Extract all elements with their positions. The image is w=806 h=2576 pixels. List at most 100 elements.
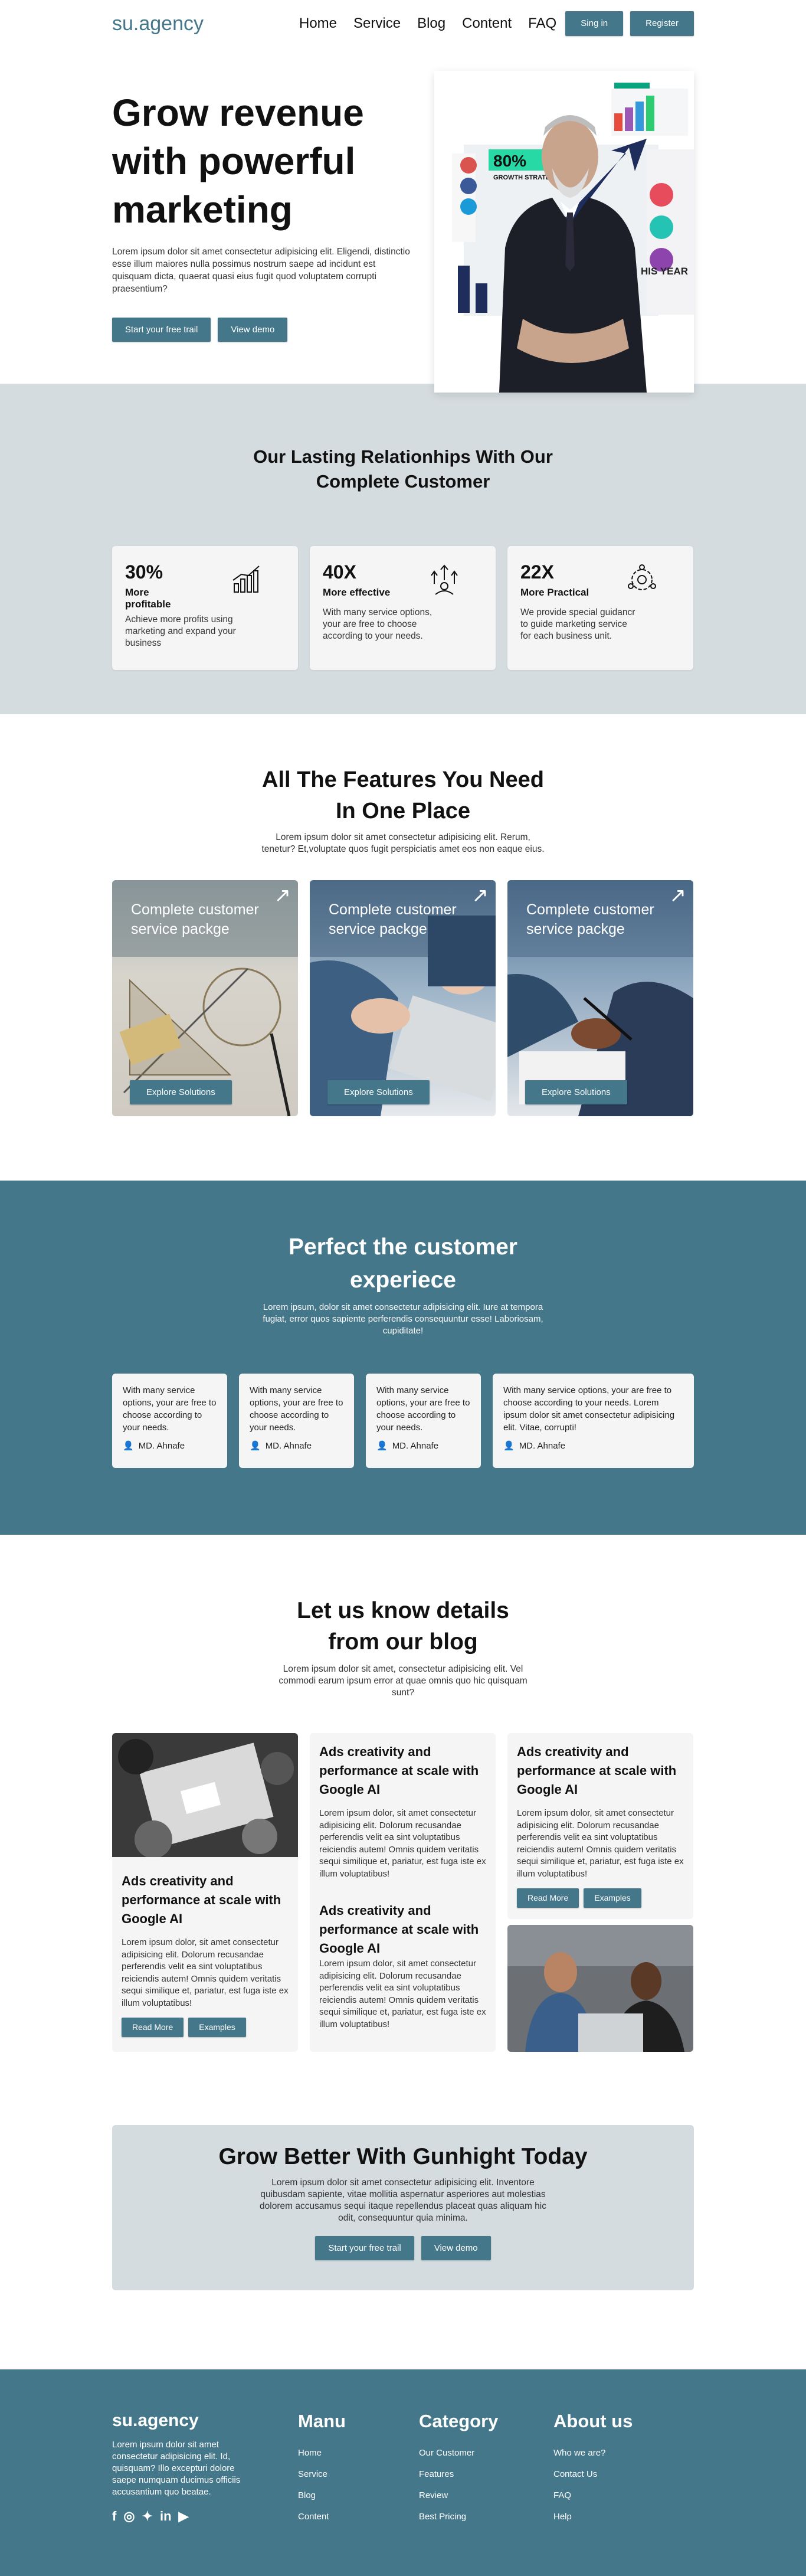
blog-image-card (507, 1925, 693, 2052)
logo[interactable]: su.agency (112, 12, 204, 35)
stat-text: With many service options, your are free… (323, 607, 433, 641)
testimonial-text: With many service options, your are free… (376, 1385, 470, 1433)
relationships-section: Our Lasting Relationhips With Our Comple… (0, 384, 806, 714)
footer-link[interactable]: Features (419, 2464, 553, 2485)
nav-service[interactable]: Service (353, 15, 401, 32)
blog-card: Ads creativity and performance at scale … (310, 1733, 496, 2052)
blog-subtitle: Lorem ipsum dolor sit amet, consectetur … (279, 1664, 527, 1698)
footer-link[interactable]: Service (298, 2464, 419, 2485)
feature-card[interactable]: ↗ Complete customer service packge Explo… (112, 880, 298, 1116)
blog-post-title[interactable]: Ads creativity and performance at scale … (319, 1901, 486, 1958)
stat-text: Achieve more profits using marketing and… (125, 614, 236, 648)
start-trial-button[interactable]: Start your free trail (315, 2236, 414, 2260)
nav-content[interactable]: Content (462, 15, 512, 32)
blog-column: Ads creativity and performance at scale … (507, 1733, 693, 2052)
features-title-line1: All The Features You Need (262, 767, 544, 792)
footer-about-title: About us (553, 2411, 633, 2431)
feature-card[interactable]: ↗ Complete customer service packge Explo… (507, 880, 693, 1116)
blog-card: Ads creativity and performance at scale … (112, 1733, 298, 2052)
footer-link[interactable]: Home (298, 2443, 419, 2464)
youtube-icon[interactable]: ▶ (179, 2509, 189, 2524)
features-title-line2: In One Place (335, 799, 471, 823)
gears-icon (628, 564, 656, 590)
features-subtitle: Lorem ipsum dolor sit amet consectetur a… (261, 832, 545, 854)
experience-title-line1: Perfect the customer (289, 1234, 517, 1260)
footer-link[interactable]: Best Pricing (419, 2506, 553, 2528)
examples-button[interactable]: Examples (188, 2018, 246, 2037)
footer-link[interactable]: Our Customer (419, 2443, 553, 2464)
footer-link[interactable]: FAQ (553, 2485, 694, 2506)
blog-section: Let us know details from our blog Lorem … (112, 1535, 694, 2125)
stat-card: 30% More profitable Achieve more profits… (112, 546, 298, 670)
stat-label: More profitable (125, 587, 171, 610)
footer-link[interactable]: Blog (298, 2485, 419, 2506)
blog-title-line2: from our blog (328, 1629, 478, 1655)
feature-card-title: Complete customer service packge (329, 901, 457, 937)
social-links: f ◎ ✦ in ▶ (112, 2509, 298, 2524)
blog-post-title[interactable]: Ads creativity and performance at scale … (517, 1743, 684, 1799)
author-name: MD. Ahnafe (519, 1441, 566, 1451)
arrow-up-right-icon: ↗ (471, 884, 489, 907)
twitter-icon[interactable]: ✦ (142, 2509, 153, 2524)
user-icon: 👤 (503, 1441, 515, 1451)
relationships-title: Our Lasting Relationhips With Our Comple… (112, 444, 694, 494)
experience-title: Perfect the customer experiece (112, 1231, 694, 1297)
signin-button[interactable]: Sing in (565, 11, 624, 36)
team-image (507, 1925, 693, 2052)
user-icon: 👤 (376, 1441, 388, 1451)
footer-link[interactable]: Content (298, 2506, 419, 2528)
facebook-icon[interactable]: f (112, 2509, 116, 2524)
arrow-up-right-icon: ↗ (274, 884, 291, 907)
arrows-up-icon (431, 564, 458, 595)
examples-button[interactable]: Examples (584, 1888, 641, 1908)
stat-label: More Practical (520, 587, 589, 598)
explore-solutions-button[interactable]: Explore Solutions (130, 1080, 232, 1104)
footer-logo[interactable]: su.agency (112, 2411, 298, 2431)
nav-blog[interactable]: Blog (417, 15, 445, 32)
instagram-icon[interactable]: ◎ (123, 2509, 135, 2524)
cta-title: Grow Better With Gunhight Today (218, 2144, 588, 2169)
register-button[interactable]: Register (630, 11, 694, 36)
view-demo-button[interactable]: View demo (218, 318, 288, 342)
meeting-image (112, 1733, 298, 1858)
explore-solutions-button[interactable]: Explore Solutions (327, 1080, 430, 1104)
testimonial-card: With many service options, your are free… (239, 1374, 354, 1468)
footer-link[interactable]: Help (553, 2506, 694, 2528)
read-more-button[interactable]: Read More (517, 1888, 579, 1908)
read-more-button[interactable]: Read More (122, 2018, 184, 2037)
footer-link[interactable]: Review (419, 2485, 553, 2506)
user-icon: 👤 (123, 1441, 134, 1451)
hero-title: Grow revenue with powerful marketing (112, 91, 364, 231)
author-name: MD. Ahnafe (138, 1441, 185, 1451)
side-label: HIS YEAR (641, 266, 688, 277)
relationships-title-line2: Complete Customer (316, 471, 490, 492)
blog-post-title[interactable]: Ads creativity and performance at scale … (122, 1872, 289, 1928)
blog-card: Ads creativity and performance at scale … (507, 1733, 693, 1919)
linkedin-icon[interactable]: in (160, 2509, 172, 2524)
feature-card[interactable]: ↗ Complete customer service packge Explo… (310, 880, 496, 1116)
footer-link[interactable]: Contact Us (553, 2464, 694, 2485)
nav-home[interactable]: Home (299, 15, 337, 32)
blog-title-line1: Let us know details (297, 1598, 509, 1623)
arrow-up-right-icon: ↗ (669, 884, 687, 907)
features-title: All The Features You Need In One Place (112, 714, 694, 827)
footer-menu-title: Manu (298, 2411, 346, 2431)
cta-box: Grow Better With Gunhight Today Lorem ip… (112, 2125, 694, 2290)
view-demo-button[interactable]: View demo (421, 2236, 491, 2260)
footer-link[interactable]: Who we are? (553, 2443, 694, 2464)
feature-card-title: Complete customer service packge (526, 901, 654, 937)
explore-solutions-button[interactable]: Explore Solutions (525, 1080, 627, 1104)
author-name: MD. Ahnafe (265, 1441, 312, 1451)
stat-text: We provide special guidancr to guide mar… (520, 607, 635, 641)
footer-category-title: Category (419, 2411, 499, 2431)
author-name: MD. Ahnafe (392, 1441, 439, 1451)
blog-post-title[interactable]: Ads creativity and performance at scale … (319, 1743, 486, 1799)
blog-post-text: Lorem ipsum dolor, sit amet consectetur … (517, 1808, 684, 1879)
testimonial-card: With many service options, your are free… (112, 1374, 227, 1468)
experience-title-line2: experiece (350, 1267, 456, 1293)
nav-faq[interactable]: FAQ (528, 15, 556, 32)
cta-section: Grow Better With Gunhight Today Lorem ip… (112, 2125, 694, 2369)
main-nav: Home Service Blog Content FAQ (299, 15, 556, 32)
blog-post-text: Lorem ipsum dolor, sit amet consectetur … (122, 1937, 289, 2008)
start-trial-button[interactable]: Start your free trail (112, 318, 211, 342)
